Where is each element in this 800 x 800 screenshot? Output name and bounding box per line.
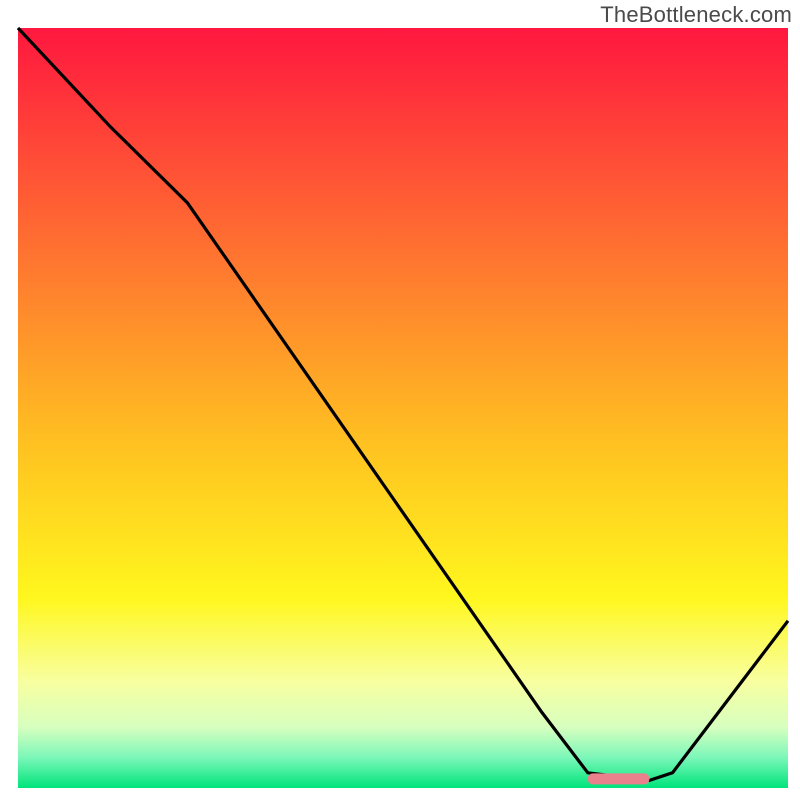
- optimal-marker: [588, 773, 650, 784]
- bottleneck-chart: [0, 0, 800, 800]
- gradient-background: [18, 28, 788, 788]
